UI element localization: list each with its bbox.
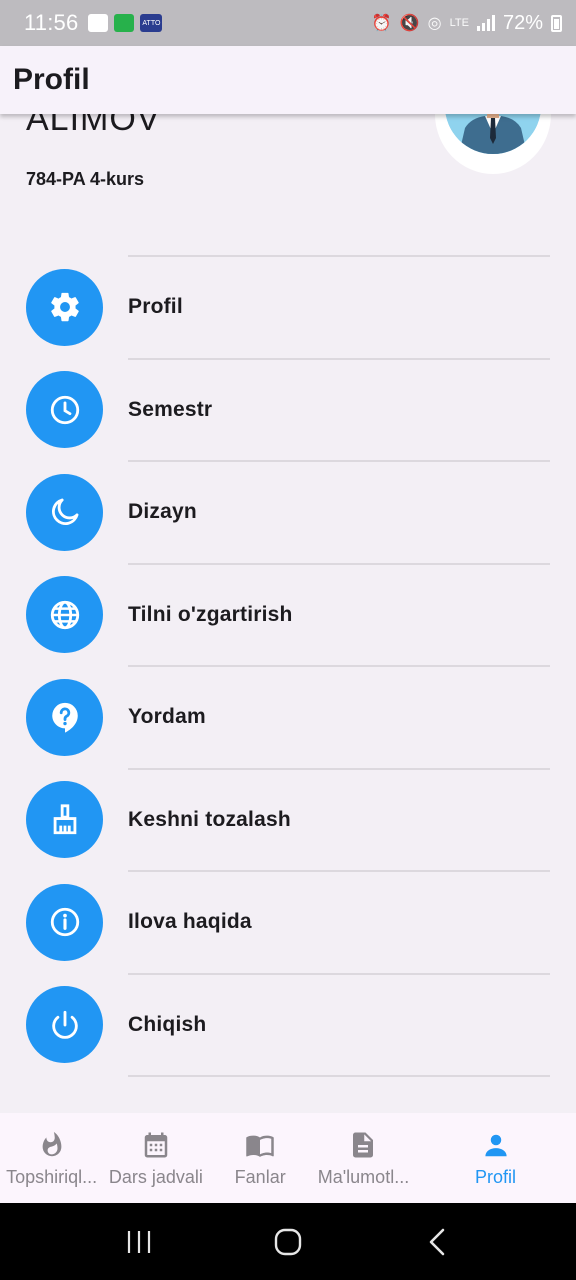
network-type-icon: LTE (449, 17, 469, 29)
menu-item-label: Dizayn (128, 500, 197, 524)
bottom-navigation: Topshiriql... Dars jadvali Fanlar Ma'lum… (0, 1113, 576, 1203)
help-icon (26, 678, 103, 756)
recent-apps-icon (127, 1230, 150, 1253)
menu-item-semestr[interactable]: Semestr (0, 360, 576, 461)
clock-icon (26, 371, 103, 449)
battery-icon (551, 14, 562, 32)
system-status: ⏰ 🔇 ◎ LTE 72% (372, 12, 562, 35)
moon-icon (26, 473, 103, 551)
mute-icon: 🔇 (399, 15, 420, 32)
back-icon (430, 1228, 445, 1255)
profile-content[interactable]: ALIMOV 784-PA 4-kurs Profil Semestr Diza… (0, 114, 576, 1114)
nav-tab-profile[interactable]: Profil (415, 1113, 576, 1203)
menu-item-clear-cache[interactable]: Keshni tozalash (0, 770, 576, 871)
recent-apps-button[interactable] (109, 1222, 169, 1262)
menu-item-label: Yordam (128, 705, 206, 729)
menu-item-about[interactable]: Ilova haqida (0, 872, 576, 973)
app-bar: Profil (0, 46, 576, 114)
gallery-notification-icon (88, 14, 109, 32)
nav-label: Fanlar (234, 1166, 286, 1187)
flame-icon (36, 1129, 68, 1161)
menu-item-label: Ilova haqida (128, 910, 252, 934)
book-icon (244, 1129, 276, 1161)
info-icon (26, 883, 103, 961)
gear-icon (26, 268, 103, 346)
notification-icons: ATTO (88, 14, 163, 32)
menu-item-label: Keshni tozalash (128, 807, 291, 831)
menu-item-label: Tilni o'zgartirish (128, 602, 293, 626)
globe-icon (26, 576, 103, 654)
app-notification-icon (114, 14, 135, 32)
status-bar: 11:56 ATTO ⏰ 🔇 ◎ LTE 72% (0, 0, 576, 46)
menu-item-label: Chiqish (128, 1012, 207, 1036)
menu-item-label: Profil (128, 295, 183, 319)
calendar-icon (140, 1129, 172, 1161)
hotspot-icon: ◎ (427, 15, 442, 32)
document-icon (347, 1129, 379, 1161)
menu-item-language[interactable]: Tilni o'zgartirish (0, 565, 576, 666)
power-icon (26, 986, 103, 1064)
student-group: 784-PA 4-kurs (26, 169, 145, 189)
person-icon (480, 1129, 512, 1161)
divider (128, 1075, 550, 1077)
menu-item-help[interactable]: Yordam (0, 667, 576, 768)
avatar-frame[interactable] (435, 114, 551, 174)
nav-tab-tasks[interactable]: Topshiriql... (0, 1113, 103, 1203)
avatar (445, 114, 541, 154)
settings-menu: Profil Semestr Dizayn Tilni o'zgartirish (0, 255, 576, 1077)
alarm-icon: ⏰ (371, 15, 392, 32)
menu-item-logout[interactable]: Chiqish (0, 975, 576, 1076)
nav-label: Dars jadvali (108, 1166, 203, 1187)
nav-label: Topshiriql... (6, 1166, 98, 1187)
nav-tab-information[interactable]: Ma'lumotl... (312, 1113, 415, 1203)
back-button[interactable] (407, 1222, 467, 1262)
menu-item-dizayn[interactable]: Dizayn (0, 462, 576, 563)
home-button[interactable] (258, 1222, 318, 1262)
nav-label: Ma'lumotl... (317, 1166, 410, 1187)
atto-notification-icon: ATTO (140, 14, 163, 32)
menu-item-label: Semestr (128, 397, 213, 421)
menu-item-profil[interactable]: Profil (0, 257, 576, 358)
nav-tab-subjects[interactable]: Fanlar (209, 1113, 312, 1203)
signal-icon (476, 15, 495, 31)
battery-percent: 72% (502, 11, 543, 34)
page-title: Profil (13, 63, 90, 96)
home-icon (274, 1228, 302, 1255)
student-name: ALIMOV (26, 114, 161, 138)
nav-label: Profil (475, 1166, 517, 1187)
broom-icon (26, 781, 103, 859)
nav-tab-schedule[interactable]: Dars jadvali (103, 1113, 208, 1203)
person-avatar-icon (445, 114, 541, 154)
status-time: 11:56 (24, 10, 79, 35)
system-navigation-bar (0, 1203, 576, 1280)
